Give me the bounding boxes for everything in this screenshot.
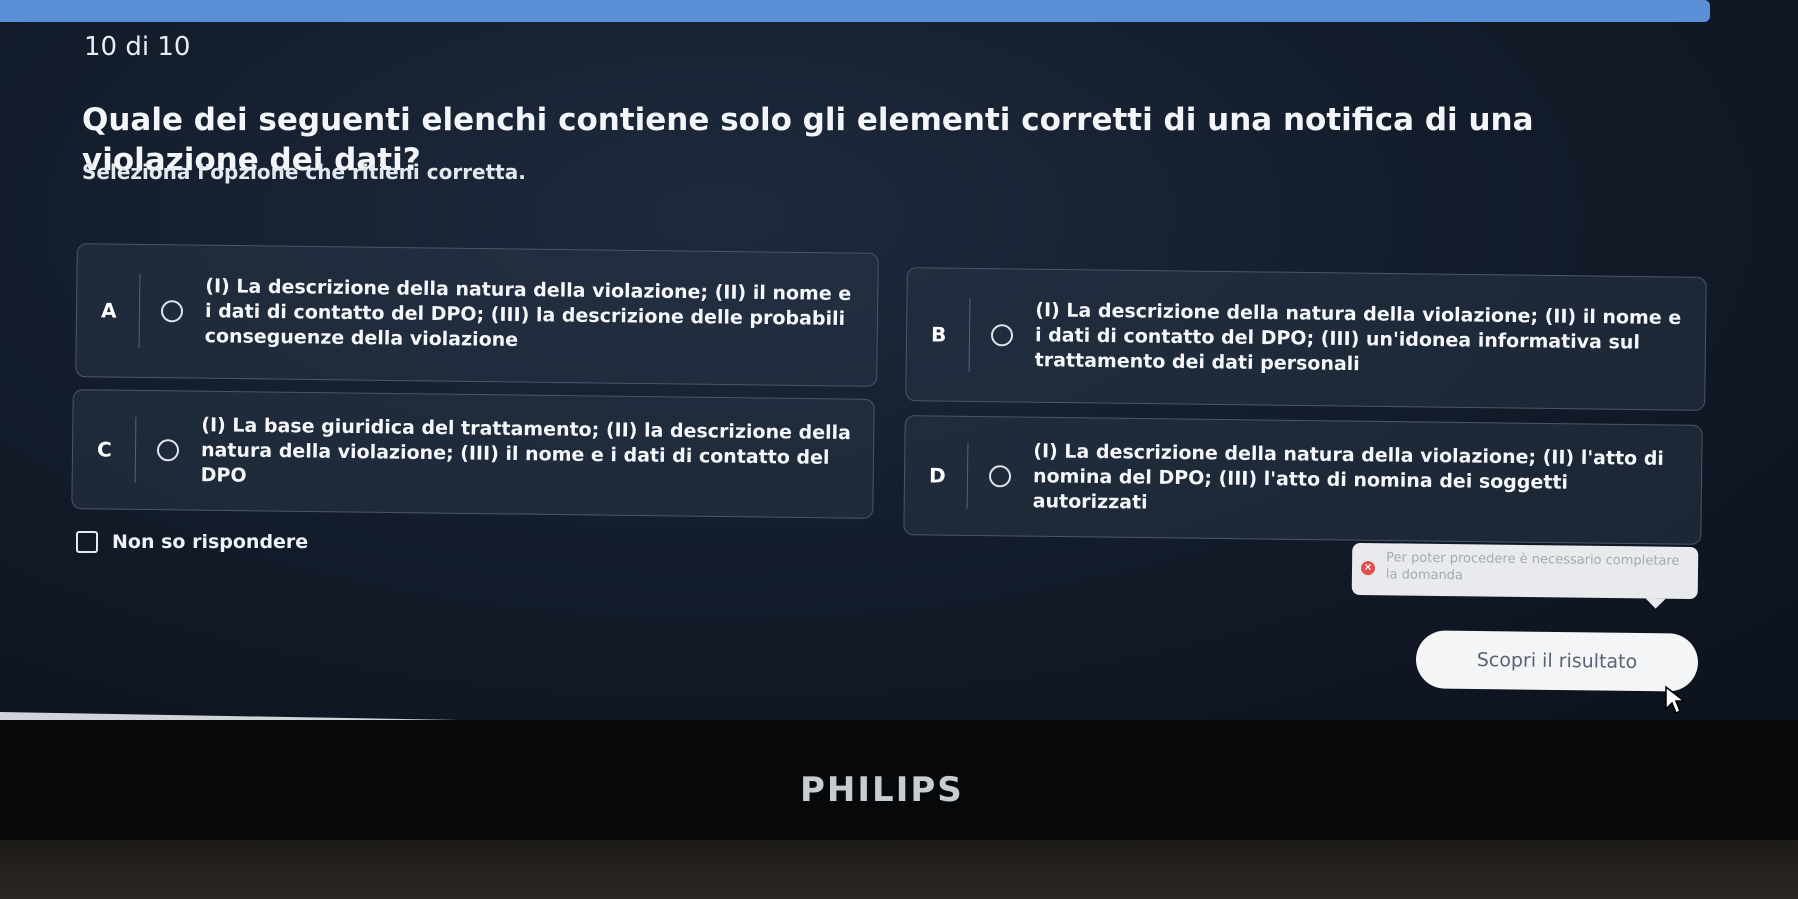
option-text: (I) La base giuridica del trattamento; (… xyxy=(200,414,852,487)
option-divider xyxy=(966,442,969,509)
option-b[interactable]: B (I) La descrizione della natura della … xyxy=(905,267,1707,411)
validation-message: Per poter procedere è necessario complet… xyxy=(1385,550,1680,584)
question-instruction: Seleziona l'opzione che ritieni corretta… xyxy=(82,160,526,184)
option-text: (I) La descrizione della natura della vi… xyxy=(204,275,852,352)
option-text: (I) La descrizione della natura della vi… xyxy=(1034,299,1682,376)
quiz-screen: 10 di 10 Quale dei seguenti elenchi cont… xyxy=(0,0,1798,720)
checkbox-icon[interactable] xyxy=(76,531,98,553)
dont-know-label: Non so rispondere xyxy=(112,531,309,553)
monitor-brand-logo: PHILIPS xyxy=(800,770,964,810)
option-letter: B xyxy=(930,322,947,347)
mouse-cursor-icon xyxy=(1665,685,1686,715)
option-letter: A xyxy=(100,298,117,323)
progress-fill xyxy=(0,0,1710,22)
radio-button[interactable] xyxy=(988,465,1012,488)
option-divider xyxy=(138,273,141,348)
radio-button[interactable] xyxy=(160,300,184,323)
desk-surface xyxy=(0,840,1798,899)
radio-button[interactable] xyxy=(990,324,1014,347)
submit-button[interactable]: Scopri il risultato xyxy=(1415,630,1699,692)
error-icon: × xyxy=(1360,560,1376,576)
question-counter: 10 di 10 xyxy=(84,32,191,62)
radio-button[interactable] xyxy=(156,439,180,462)
option-a[interactable]: A (I) La descrizione della natura della … xyxy=(75,243,879,387)
option-letter: D xyxy=(928,463,946,488)
option-d[interactable]: D (I) La descrizione della natura della … xyxy=(903,415,1703,545)
dont-know-checkbox[interactable]: Non so rispondere xyxy=(76,531,308,553)
option-divider xyxy=(968,297,971,372)
option-letter: C xyxy=(96,437,112,462)
option-c[interactable]: C (I) La base giuridica del trattamento;… xyxy=(71,389,875,519)
option-text: (I) La descrizione della natura della vi… xyxy=(1032,440,1665,514)
validation-tooltip: × Per poter procedere è necessario compl… xyxy=(1351,542,1699,600)
option-divider xyxy=(134,416,137,483)
progress-bar xyxy=(0,0,1710,22)
